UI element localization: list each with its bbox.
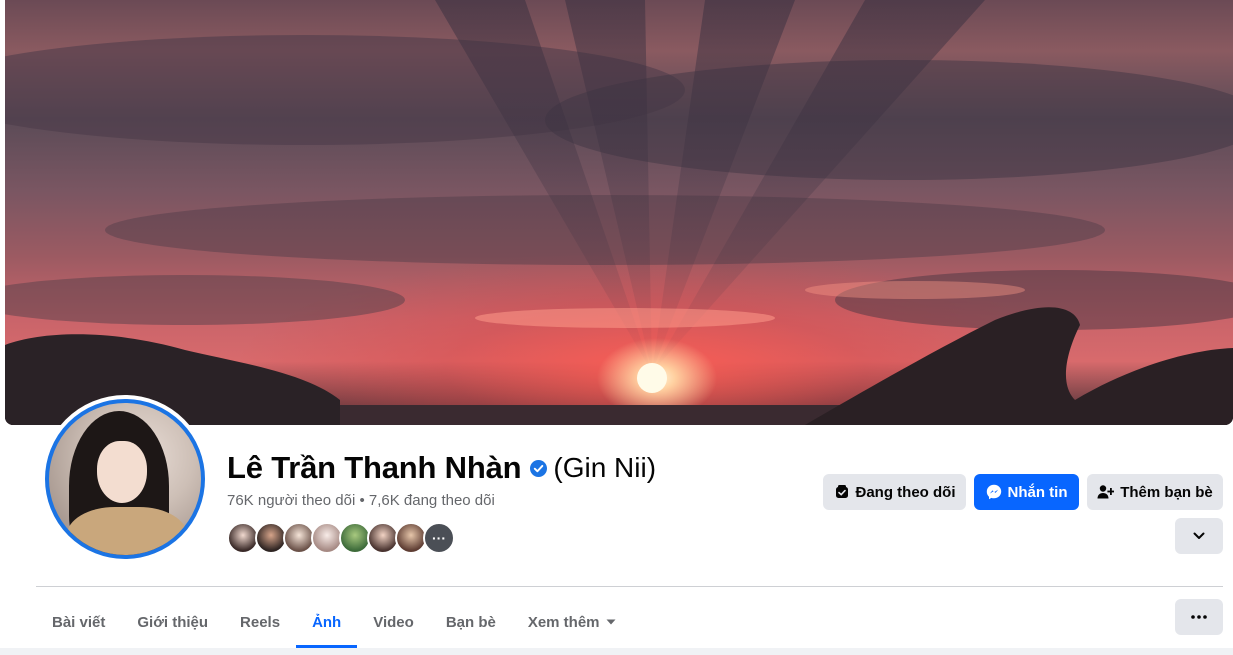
tab-photos[interactable]: Ảnh xyxy=(296,598,358,648)
profile-tabs: Bài viết Giới thiệu Reels Ảnh Video Bạn … xyxy=(36,598,632,648)
profile-alt-name: (Gin Nii) xyxy=(553,452,657,483)
tab-label: Bài viết xyxy=(52,613,106,631)
avatar xyxy=(45,399,205,559)
add-friend-button[interactable]: Thêm bạn bè xyxy=(1087,474,1223,510)
more-options-icon xyxy=(1191,615,1207,619)
avatar-face xyxy=(97,441,147,503)
profile-page: Lê Trần Thanh Nhàn (Gin Nii) 76K người t… xyxy=(0,0,1233,655)
tab-about[interactable]: Giới thiệu xyxy=(121,598,224,646)
message-button[interactable]: Nhắn tin xyxy=(974,474,1079,510)
profile-name-row: Lê Trần Thanh Nhàn (Gin Nii) xyxy=(227,450,656,486)
tab-label: Giới thiệu xyxy=(137,613,209,631)
tab-more[interactable]: Xem thêm xyxy=(512,598,632,646)
chevron-down-icon xyxy=(1193,532,1205,539)
following-label: Đang theo dõi xyxy=(855,483,956,501)
add-friend-icon xyxy=(1097,485,1115,499)
profile-name: Lê Trần Thanh Nhàn xyxy=(227,450,522,485)
tab-videos[interactable]: Video xyxy=(357,598,430,646)
tab-label: Video xyxy=(373,613,414,631)
tab-posts[interactable]: Bài viết xyxy=(36,598,121,646)
verified-badge-icon[interactable] xyxy=(530,459,548,477)
tab-friends[interactable]: Bạn bè xyxy=(430,598,512,646)
caret-down-icon xyxy=(606,619,616,625)
cover-photo[interactable] xyxy=(5,0,1233,425)
more-friends-button[interactable]: ··· xyxy=(423,522,455,554)
content-area-top xyxy=(0,648,1233,655)
more-options-button[interactable] xyxy=(1175,599,1223,635)
tab-label: Ảnh xyxy=(312,613,342,631)
messenger-icon xyxy=(986,484,1001,500)
tab-label: Xem thêm xyxy=(527,613,600,631)
following-icon xyxy=(835,485,848,498)
tab-label: Reels xyxy=(240,613,281,631)
divider xyxy=(36,586,1223,587)
tab-label: Bạn bè xyxy=(445,613,496,631)
add-friend-label: Thêm bạn bè xyxy=(1120,483,1213,501)
mutual-friends: ··· xyxy=(227,522,455,554)
profile-picture[interactable] xyxy=(41,395,209,563)
expand-profile-button[interactable] xyxy=(1175,518,1223,554)
message-label: Nhắn tin xyxy=(1007,483,1068,501)
following-button[interactable]: Đang theo dõi xyxy=(823,474,966,510)
avatar-body xyxy=(67,507,187,555)
tab-reels[interactable]: Reels xyxy=(224,598,296,646)
follow-stats[interactable]: 76K người theo dõi • 7,6K đang theo dõi xyxy=(227,492,495,509)
